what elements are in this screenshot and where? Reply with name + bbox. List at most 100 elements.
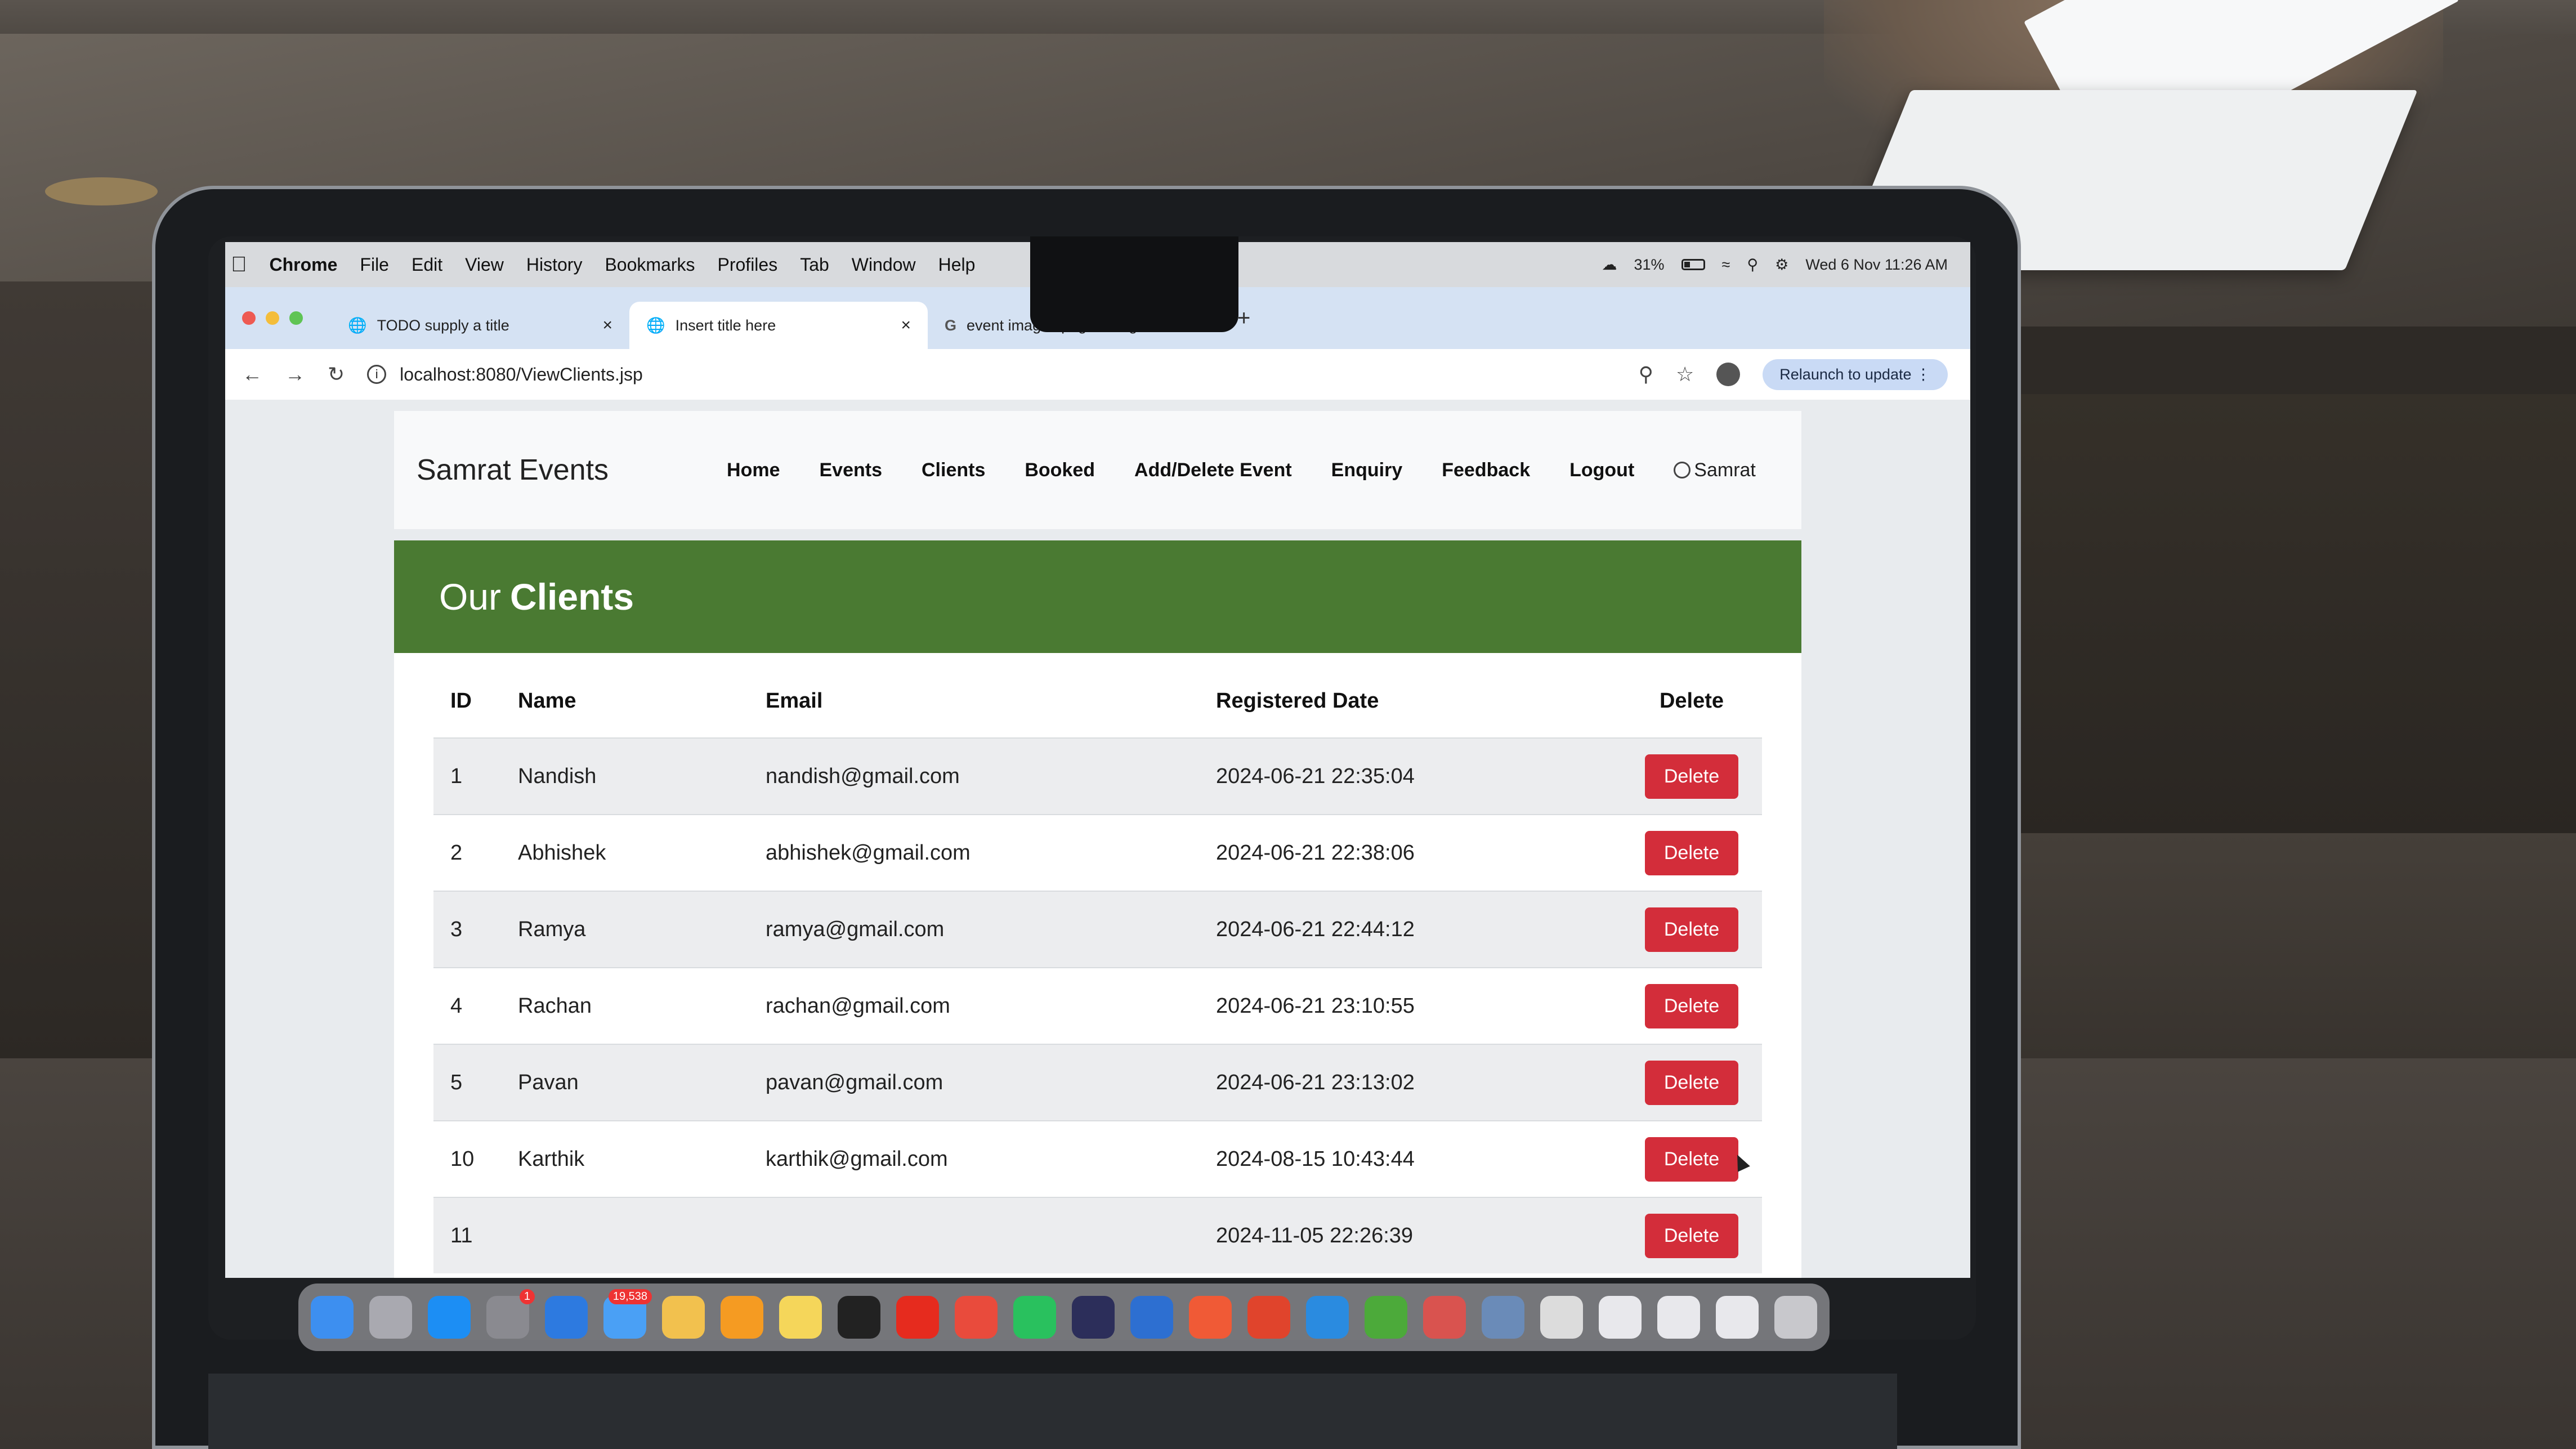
- menu-item-tab[interactable]: Tab: [800, 254, 829, 275]
- bookmark-star-icon[interactable]: ☆: [1676, 363, 1694, 386]
- delete-button[interactable]: Delete: [1644, 754, 1739, 799]
- cell-name: Ramya: [518, 917, 586, 941]
- vscode-icon[interactable]: [1306, 1296, 1349, 1339]
- background-fixture: [45, 177, 158, 205]
- folder-icon[interactable]: [1599, 1296, 1642, 1339]
- close-tab-icon[interactable]: ×: [901, 316, 911, 335]
- apple-icon[interactable]: : [231, 253, 247, 277]
- table-row: 5 Pavan pavan@gmail.com 2024-06-21 23:13:02…: [433, 1044, 1762, 1120]
- address-bar[interactable]: i localhost:8080/ViewClients.jsp: [367, 364, 643, 385]
- google-icon: G: [945, 316, 957, 334]
- nav-enquiry[interactable]: Enquiry: [1331, 459, 1403, 481]
- menu-item-history[interactable]: History: [526, 254, 583, 275]
- menu-app-name[interactable]: Chrome: [270, 254, 338, 275]
- delete-button[interactable]: Delete: [1644, 907, 1739, 952]
- menu-item-profiles[interactable]: Profiles: [718, 254, 778, 275]
- cell-email: pavan@gmail.com: [766, 1070, 943, 1094]
- settings-badge: 1: [519, 1289, 535, 1304]
- system-settings-icon[interactable]: 1: [486, 1289, 535, 1339]
- git-icon[interactable]: [1247, 1296, 1290, 1339]
- nav-feedback[interactable]: Feedback: [1442, 459, 1530, 481]
- nav-home[interactable]: Home: [727, 459, 780, 481]
- menu-item-edit[interactable]: Edit: [412, 254, 442, 275]
- site-info-icon[interactable]: i: [367, 365, 387, 384]
- menu-item-window[interactable]: Window: [852, 254, 916, 275]
- window-controls: [242, 311, 303, 325]
- delete-button[interactable]: Delete: [1644, 1137, 1739, 1182]
- mail-badge: 19,538: [608, 1289, 652, 1304]
- relaunch-button[interactable]: Relaunch to update ⋮: [1763, 359, 1948, 390]
- browser-tab-active[interactable]: 🌐 Insert title here ×: [629, 302, 928, 349]
- url-text[interactable]: localhost:8080/ViewClients.jsp: [400, 364, 643, 385]
- cell-id: 5: [450, 1070, 463, 1094]
- back-icon[interactable]: ←: [242, 363, 262, 386]
- folder-icon[interactable]: [1657, 1296, 1700, 1339]
- pages-icon[interactable]: [721, 1296, 763, 1339]
- forward-icon[interactable]: →: [285, 363, 305, 386]
- cell-registered-date: 2024-06-21 23:13:02: [1216, 1070, 1415, 1094]
- minimize-window-button[interactable]: [266, 311, 279, 325]
- whatsapp-icon[interactable]: [1013, 1296, 1056, 1339]
- cell-delete: Delete: [1621, 1213, 1762, 1258]
- delete-button[interactable]: Delete: [1644, 1060, 1739, 1105]
- menu-item-file[interactable]: File: [360, 254, 389, 275]
- relaunch-label: Relaunch to update: [1779, 365, 1912, 383]
- battery-icon[interactable]: [1681, 259, 1705, 270]
- eclipse-icon[interactable]: [1072, 1296, 1115, 1339]
- wifi-icon[interactable]: ≈: [1722, 256, 1730, 274]
- mail-icon[interactable]: 19,538: [603, 1289, 652, 1339]
- quicktime-icon[interactable]: [1130, 1296, 1173, 1339]
- new-tab-button[interactable]: +: [1237, 306, 1250, 331]
- menu-item-view[interactable]: View: [465, 254, 504, 275]
- script-icon[interactable]: [1540, 1296, 1583, 1339]
- box-icon[interactable]: [1423, 1296, 1466, 1339]
- cell-registered-date: 2024-06-21 23:10:55: [1216, 994, 1415, 1018]
- photos-icon[interactable]: [662, 1296, 705, 1339]
- zoom-icon[interactable]: ⚲: [1639, 363, 1653, 386]
- nav-clients[interactable]: Clients: [922, 459, 985, 481]
- tab-title: TODO supply a title: [377, 316, 509, 334]
- delete-button[interactable]: Delete: [1644, 1213, 1739, 1258]
- weather-icon[interactable]: ☁: [1602, 256, 1617, 274]
- delete-button[interactable]: Delete: [1644, 983, 1739, 1028]
- zoom-window-button[interactable]: [289, 311, 303, 325]
- nav-add-delete-event[interactable]: Add/Delete Event: [1134, 459, 1292, 481]
- launchpad-icon[interactable]: [369, 1296, 412, 1339]
- menu-clock[interactable]: Wed 6 Nov 11:26 AM: [1805, 256, 1948, 274]
- nav-user[interactable]: Samrat: [1674, 459, 1756, 481]
- menu-item-help[interactable]: Help: [938, 254, 976, 275]
- site-brand[interactable]: Samrat Events: [417, 453, 609, 487]
- keynote-icon[interactable]: [545, 1296, 588, 1339]
- reload-icon[interactable]: ↻: [328, 363, 345, 386]
- spring-icon[interactable]: [1365, 1296, 1407, 1339]
- profile-avatar[interactable]: [1716, 363, 1741, 386]
- notes-icon[interactable]: [779, 1296, 822, 1339]
- user-icon: [1674, 462, 1691, 478]
- browser-tab[interactable]: 🌐 TODO supply a title ×: [331, 302, 629, 349]
- page-title: Clients: [510, 576, 634, 618]
- app-store-icon[interactable]: [428, 1296, 471, 1339]
- close-window-button[interactable]: [242, 311, 256, 325]
- nav-events[interactable]: Events: [820, 459, 883, 481]
- youtube-icon[interactable]: [896, 1296, 939, 1339]
- finder-icon[interactable]: [311, 1296, 354, 1339]
- cell-id: 11: [450, 1223, 473, 1247]
- pen-icon[interactable]: [1189, 1296, 1232, 1339]
- globe-icon: 🌐: [646, 317, 665, 334]
- battery-percent: 31%: [1634, 256, 1665, 273]
- page-banner: Our Clients: [394, 540, 1801, 653]
- nav-booked[interactable]: Booked: [1025, 459, 1095, 481]
- delete-button[interactable]: Delete: [1644, 830, 1739, 875]
- menu-item-bookmarks[interactable]: Bookmarks: [605, 254, 695, 275]
- spotlight-search-icon[interactable]: ⚲: [1747, 256, 1758, 274]
- header-registered-date: Registered Date: [1216, 688, 1379, 713]
- table-row: 4 Rachan rachan@gmail.com 2024-06-21 23:10:…: [433, 967, 1762, 1044]
- folder-icon[interactable]: [1716, 1296, 1759, 1339]
- terminal-icon[interactable]: [838, 1296, 880, 1339]
- chrome-icon[interactable]: [955, 1296, 998, 1339]
- close-tab-icon[interactable]: ×: [602, 316, 612, 335]
- trash-icon[interactable]: [1774, 1296, 1817, 1339]
- nav-logout[interactable]: Logout: [1569, 459, 1634, 481]
- control-center-icon[interactable]: ⚙: [1775, 256, 1788, 274]
- preview-icon[interactable]: [1482, 1296, 1524, 1339]
